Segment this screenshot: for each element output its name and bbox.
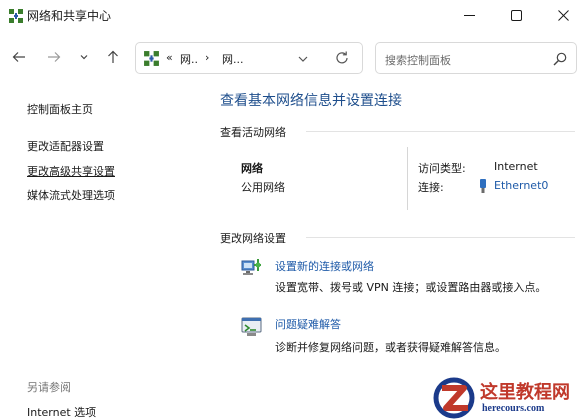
- connections-label: 连接:: [418, 181, 444, 194]
- access-type-value: Internet: [494, 160, 538, 173]
- forward-button[interactable]: [43, 46, 65, 68]
- search-icon[interactable]: [552, 51, 568, 67]
- network-sharing-icon: [9, 9, 23, 23]
- recent-locations-button[interactable]: [73, 46, 95, 68]
- new-connection-icon: [241, 259, 261, 275]
- sidebar-item-media-streaming-options[interactable]: 媒体流式处理选项: [27, 187, 115, 203]
- ethernet-connection-link[interactable]: Ethernet0: [494, 179, 548, 192]
- active-networks-label: 查看活动网络: [220, 126, 286, 139]
- troubleshoot-icon: [241, 317, 262, 336]
- troubleshoot-link[interactable]: 问题疑难解答: [275, 316, 341, 332]
- window-title: 网络和共享中心: [27, 9, 112, 23]
- breadcrumb-separator[interactable]: ›: [205, 51, 209, 64]
- breadcrumb-item[interactable]: 网...: [222, 51, 244, 67]
- close-icon: [557, 9, 569, 21]
- navigation-bar: « 网.. › 网... 搜索控制面板: [0, 38, 585, 78]
- maximize-icon: [510, 9, 522, 21]
- section-divider: [306, 237, 575, 238]
- see-also-internet-options[interactable]: Internet 选项: [27, 404, 96, 420]
- page-title: 查看基本网络信息并设置连接: [220, 93, 402, 109]
- search-field[interactable]: 搜索控制面板: [375, 42, 577, 74]
- refresh-icon[interactable]: [334, 50, 350, 66]
- chevron-down-icon[interactable]: [296, 53, 310, 65]
- close-button[interactable]: [544, 0, 582, 30]
- watermark: 这里教程网 herecours.com: [432, 376, 582, 420]
- title-bar: 网络和共享中心: [0, 0, 585, 32]
- back-button[interactable]: [8, 46, 30, 68]
- watermark-url: herecours.com: [482, 403, 545, 414]
- network-type: 公用网络: [241, 181, 285, 194]
- maximize-button[interactable]: [497, 0, 535, 30]
- network-name: 网络: [241, 162, 263, 175]
- setup-new-connection-description: 设置宽带、拨号或 VPN 连接；或设置路由器或接入点。: [275, 281, 547, 294]
- arrow-up-icon: [108, 50, 118, 63]
- address-bar[interactable]: « 网.. › 网...: [135, 42, 363, 74]
- search-placeholder: 搜索控制面板: [385, 54, 451, 67]
- breadcrumb-overflow[interactable]: «: [166, 51, 173, 64]
- chevron-down-icon: [80, 55, 88, 60]
- minimize-icon: [463, 14, 475, 16]
- see-also-title: 另请参阅: [27, 381, 71, 394]
- watermark-logo-icon: [433, 377, 475, 419]
- sidebar-item-control-panel-home[interactable]: 控制面板主页: [27, 101, 93, 117]
- ethernet-icon: [480, 179, 486, 193]
- arrow-left-icon: [12, 52, 25, 62]
- minimize-button[interactable]: [450, 0, 488, 30]
- sidebar-item-change-adapter-settings[interactable]: 更改适配器设置: [27, 138, 104, 154]
- breadcrumb-item[interactable]: 网..: [180, 51, 198, 67]
- up-button[interactable]: [102, 46, 124, 68]
- troubleshoot-description: 诊断并修复网络问题，或者获得疑难解答信息。: [275, 341, 506, 354]
- section-divider: [306, 131, 575, 132]
- change-settings-label: 更改网络设置: [220, 232, 286, 245]
- network-sharing-icon: [144, 51, 159, 66]
- section-divider: [407, 147, 408, 210]
- arrow-right-icon: [48, 52, 61, 62]
- access-type-label: 访问类型:: [418, 162, 466, 175]
- sidebar-item-advanced-sharing-settings[interactable]: 更改高级共享设置: [27, 163, 115, 179]
- setup-new-connection-link[interactable]: 设置新的连接或网络: [275, 258, 374, 274]
- watermark-title: 这里教程网: [480, 382, 570, 403]
